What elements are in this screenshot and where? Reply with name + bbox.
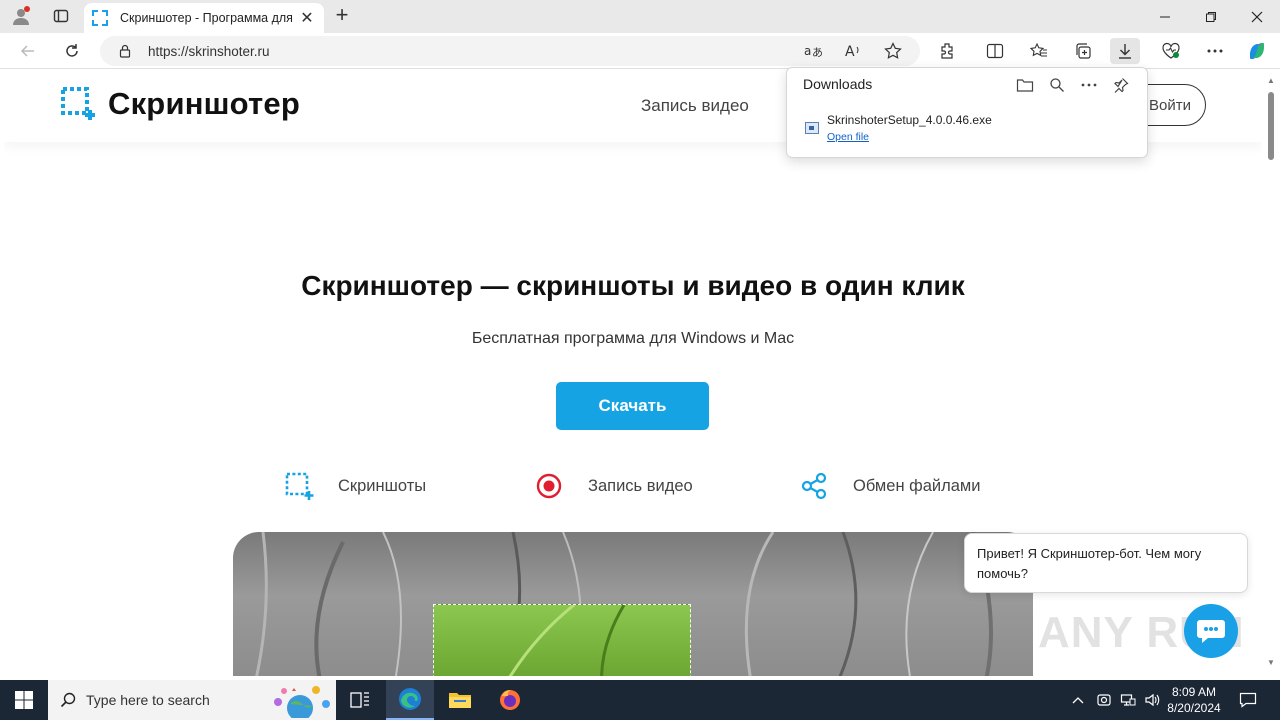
hero-title: Скриншотер — скриншоты и видео в один кл… [301,270,965,301]
feature-label: Скриншоты [338,476,427,495]
favorite-star-icon[interactable] [882,40,904,62]
feature-video-recording[interactable]: Запись видео [534,470,693,502]
tab-close-icon[interactable]: ✕ [298,8,316,28]
file-explorer-icon[interactable] [436,680,484,720]
download-button[interactable]: Скачать [556,382,709,430]
task-view-icon[interactable] [336,680,384,720]
logo-text[interactable]: Скриншотер [108,86,300,122]
refresh-icon[interactable] [58,38,86,64]
meet-now-icon[interactable] [1094,690,1114,710]
collections-icon[interactable] [1068,38,1098,64]
taskbar-clock[interactable]: 8:09 AM 8/20/2024 [1160,684,1228,716]
downloads-icon[interactable] [1110,38,1140,64]
scroll-up-icon[interactable]: ▲ [1266,76,1276,86]
new-tab-button[interactable]: + [330,4,354,28]
show-hidden-icons-icon[interactable] [1068,690,1088,710]
feature-screenshots[interactable]: Скриншоты [284,470,426,502]
skrinshoter-logo-icon[interactable] [60,86,96,122]
chat-greeting-bubble[interactable]: Привет! Я Скриншотер-бот. Чем могу помоч… [964,533,1248,593]
search-highlight-icon [274,686,330,718]
pin-icon[interactable] [1109,74,1133,96]
more-options-icon[interactable] [1077,74,1101,96]
tab-skrinshoter[interactable]: Скриншотер - Программа для ✕ [84,3,324,33]
page-scrollbar[interactable]: ▲ ▼ [1262,70,1280,676]
lock-icon[interactable] [118,44,132,58]
downloads-title: Downloads [803,76,873,92]
taskbar-search-box[interactable]: Type here to search [48,680,336,720]
browser-toolbar: https://skrinshoter.ru aあ A [0,33,1280,69]
download-file-name[interactable]: SkrinshoterSetup_4.0.0.46.exe [827,113,992,127]
translate-icon[interactable]: aあ [802,40,824,62]
chat-icon [1197,620,1225,643]
profile-icon[interactable] [8,4,34,28]
svg-text:a: a [804,44,811,58]
hero-subtitle: Бесплатная программа для Windows и Mac [471,330,795,347]
volume-icon[interactable] [1142,690,1162,710]
scrollbar-thumb[interactable] [1268,92,1274,160]
address-bar[interactable]: https://skrinshoter.ru [100,36,920,66]
svg-text:あ: あ [812,46,822,59]
split-screen-icon[interactable] [980,38,1010,64]
exe-file-icon [805,122,819,134]
extensions-icon[interactable] [932,38,962,64]
edge-taskbar-icon[interactable] [386,680,434,720]
skrinshoter-favicon-icon [92,10,108,26]
minimize-icon[interactable] [1142,0,1188,33]
browser-tab-bar: Скриншотер - Программа для ✕ + [0,0,1280,33]
share-icon [799,471,829,501]
record-icon [534,471,564,501]
url-text: https://skrinshoter.ru [148,43,270,59]
back-icon[interactable] [14,38,42,64]
chat-open-button[interactable] [1184,604,1238,658]
settings-more-icon[interactable] [1200,38,1230,64]
restore-icon[interactable] [1188,0,1234,33]
feature-file-sharing[interactable]: Обмен файлами [799,470,980,502]
feature-label: Обмен файлами [853,476,981,495]
read-aloud-icon[interactable]: A [842,40,864,62]
screenshot-icon [284,471,314,501]
search-placeholder: Type here to search [86,692,210,708]
open-folder-icon[interactable] [1013,74,1037,96]
demo-image [233,532,1033,676]
nav-video-recording-link[interactable]: Запись видео [641,96,749,116]
search-icon [60,692,76,708]
close-window-icon[interactable] [1234,0,1280,33]
screenshot-selection-area [433,603,691,676]
svg-text:A: A [845,44,855,59]
tab-title: Скриншотер - Программа для [120,11,293,25]
copilot-icon[interactable] [1242,38,1272,64]
downloads-panel: Downloads SkrinshoterSetup_4.0.0.46.exe … [786,67,1148,158]
open-file-link[interactable]: Open file [827,131,869,143]
scroll-down-icon[interactable]: ▼ [1266,658,1276,668]
windows-logo-icon [15,691,33,709]
clock-time: 8:09 AM [1171,685,1217,699]
favorites-icon[interactable] [1024,38,1054,64]
windows-taskbar: Type here to search 8:09 AM 8/20/2024 [0,680,1280,720]
firefox-icon[interactable] [486,680,534,720]
clock-date: 8/20/2024 [1167,701,1221,715]
start-button[interactable] [0,680,48,720]
notifications-icon[interactable] [1238,690,1258,710]
search-downloads-icon[interactable] [1045,74,1069,96]
feature-label: Запись видео [588,476,693,495]
tab-actions-icon[interactable] [48,4,74,28]
browser-essentials-icon[interactable] [1156,38,1186,64]
network-icon[interactable] [1118,690,1138,710]
